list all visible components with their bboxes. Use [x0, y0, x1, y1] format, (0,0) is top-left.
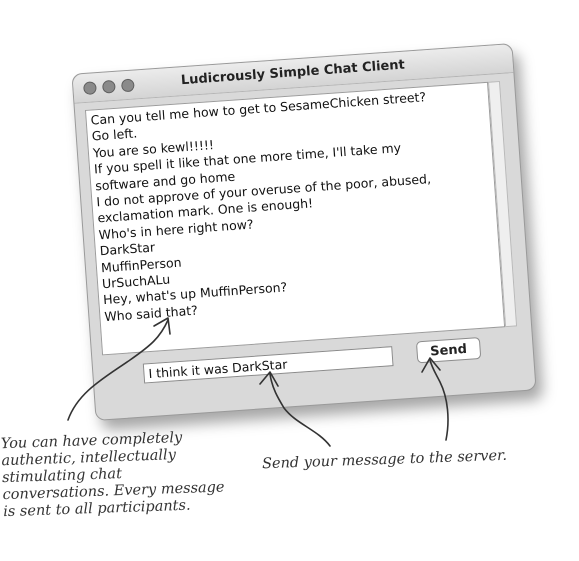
arrow-head-message-input	[259, 371, 279, 387]
arrow-to-message-input	[269, 373, 331, 447]
arrow-to-chat-area	[67, 319, 169, 421]
caption-broadcast: You can have completely authentic, intel…	[1, 428, 244, 521]
arrow-to-send-button	[429, 359, 449, 441]
